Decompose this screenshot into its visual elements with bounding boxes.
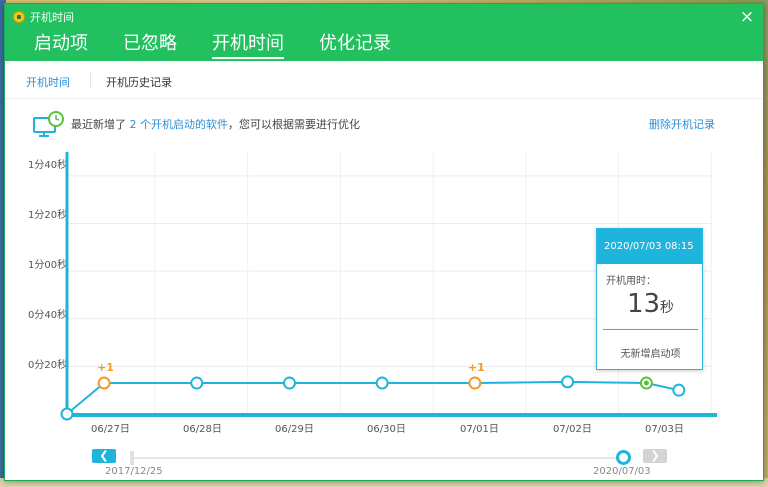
boot-time-window: 开机时间 × 启动项 已忽略 开机时间 优化记录 开机时间 开机历史记录 最近新… [4, 3, 764, 481]
tooltip-datetime: 2020/07/03 08:15 [597, 229, 702, 264]
data-point-marker [375, 376, 389, 390]
timeline-prev-button[interactable]: ❮ [92, 449, 116, 463]
data-point-marker [282, 376, 296, 390]
tooltip-unit: 秒 [660, 300, 675, 316]
tooltip-label: 开机用时： [606, 276, 656, 287]
boot-detail-tooltip: 2020/07/03 08:15 开机用时： 13秒 无新增启动项 [596, 228, 703, 370]
timeline-end-handle[interactable] [616, 450, 631, 465]
tooltip-divider [603, 329, 698, 330]
timeline-start-date: 2017/12/25 [105, 466, 163, 477]
data-point-marker [672, 383, 686, 397]
data-point-marker-dot [643, 380, 649, 386]
timeline-next-button[interactable]: ❯ [643, 449, 667, 463]
tooltip-seconds: 13 [626, 289, 661, 319]
tooltip-value: 13秒 [597, 289, 704, 319]
tooltip-footer: 无新增启动项 [620, 349, 681, 360]
data-point-marker [97, 376, 111, 390]
timeline-track[interactable] [133, 457, 623, 459]
data-point-marker [561, 375, 575, 389]
data-point-marker [60, 407, 74, 421]
new-startup-count-label: +1 [97, 361, 114, 374]
data-point-marker [468, 376, 482, 390]
data-point-marker [190, 376, 204, 390]
timeline-start-handle[interactable] [130, 451, 134, 465]
boot-time-series-line [66, 380, 680, 415]
new-startup-count-label: +1 [468, 361, 485, 374]
timeline-end-date: 2020/07/03 [593, 466, 651, 477]
